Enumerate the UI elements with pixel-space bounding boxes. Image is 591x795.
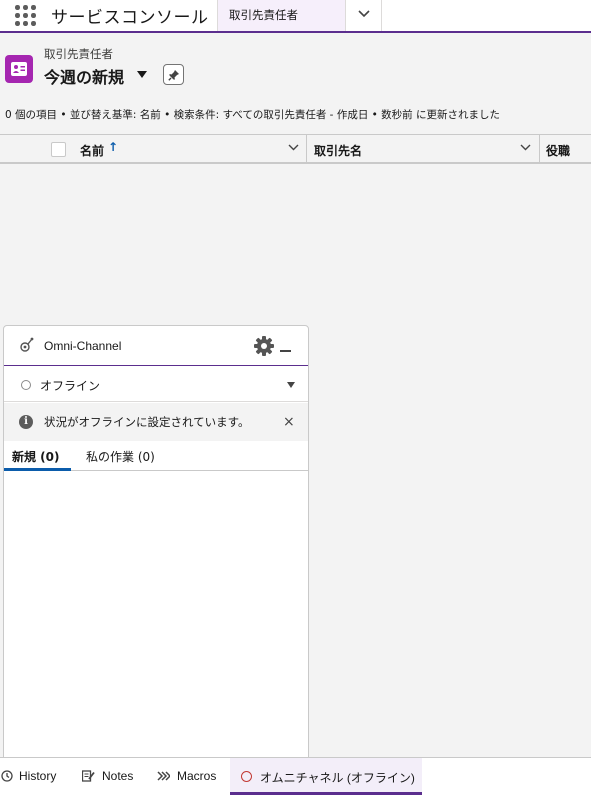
tab-my-work[interactable]: 私の作業 (0) [86, 448, 155, 465]
contact-object-icon [5, 55, 33, 83]
column-header-title[interactable]: 役職 [546, 142, 570, 159]
app-name: サービスコンソール [51, 8, 209, 28]
caret-down-icon [287, 382, 295, 388]
utility-item-label: Macros [177, 769, 217, 783]
gear-icon[interactable] [253, 335, 275, 357]
notes-icon [82, 770, 95, 782]
utility-item-notes[interactable]: Notes [80, 758, 142, 795]
column-divider[interactable] [539, 135, 540, 163]
list-view-title[interactable]: 今週の新規 [44, 64, 124, 88]
pin-list-view-button[interactable] [163, 64, 184, 85]
tab-label: 取引先責任者 [229, 8, 298, 22]
tab-contacts[interactable]: 取引先責任者 [217, 0, 346, 31]
omni-channel-title: Omni-Channel [44, 339, 122, 353]
omni-channel-panel: Omni-Channel オフライン i 状況がオフラインに設定されています。 … [3, 325, 309, 760]
minimize-button[interactable] [280, 350, 291, 352]
offline-status-icon [21, 380, 31, 390]
active-tab-indicator [4, 468, 71, 471]
table-header: 名前 ↑ 取引先名 役職 [0, 134, 591, 164]
status-ring-icon [241, 771, 252, 782]
omni-channel-icon [20, 337, 34, 352]
app-launcher-icon[interactable] [15, 5, 37, 27]
tab-overflow-button[interactable] [346, 0, 382, 31]
column-divider[interactable] [306, 135, 307, 163]
column-menu-chevron-icon[interactable] [520, 144, 531, 151]
list-view-header: 取引先責任者 今週の新規 0 個の項目 • 並び替え基準: 名前 • 検索条件:… [0, 33, 591, 134]
list-view-info: 0 個の項目 • 並び替え基準: 名前 • 検索条件: すべての取引先責任者 -… [5, 109, 501, 121]
info-icon: i [19, 415, 33, 429]
utility-item-history[interactable]: History [0, 758, 70, 795]
status-selector[interactable]: オフライン [4, 367, 308, 402]
object-label: 取引先責任者 [44, 47, 113, 61]
chevron-down-icon [358, 10, 370, 18]
tab-new[interactable]: 新規 (0) [12, 448, 60, 465]
pin-icon [168, 70, 179, 81]
omni-channel-header: Omni-Channel [4, 326, 308, 366]
omni-tabs: 新規 (0) 私の作業 (0) [4, 441, 308, 471]
clock-icon [1, 770, 13, 782]
utility-item-omni-channel[interactable]: オムニチャネル (オフライン) [230, 758, 422, 795]
utility-item-label: オムニチャネル (オフライン) [260, 771, 415, 785]
column-header-account[interactable]: 取引先名 [314, 142, 362, 159]
utility-item-macros[interactable]: Macros [155, 758, 223, 795]
status-notice: i 状況がオフラインに設定されています。 × [4, 403, 308, 441]
utility-item-label: History [19, 769, 57, 783]
macros-icon [157, 771, 170, 781]
column-header-name[interactable]: 名前 [80, 142, 104, 159]
status-label: オフライン [40, 379, 101, 393]
sort-ascending-icon: ↑ [108, 140, 119, 154]
close-icon[interactable]: × [283, 414, 295, 430]
select-all-checkbox[interactable] [51, 142, 66, 157]
caret-down-icon[interactable] [137, 71, 147, 78]
utility-bar: History Notes Macros オムニチャネル (オフライン) [0, 757, 591, 795]
notice-text: 状況がオフラインに設定されています。 [44, 415, 250, 429]
app-header: サービスコンソール 取引先責任者 [0, 0, 591, 33]
column-menu-chevron-icon[interactable] [288, 144, 299, 151]
utility-item-label: Notes [102, 769, 134, 783]
